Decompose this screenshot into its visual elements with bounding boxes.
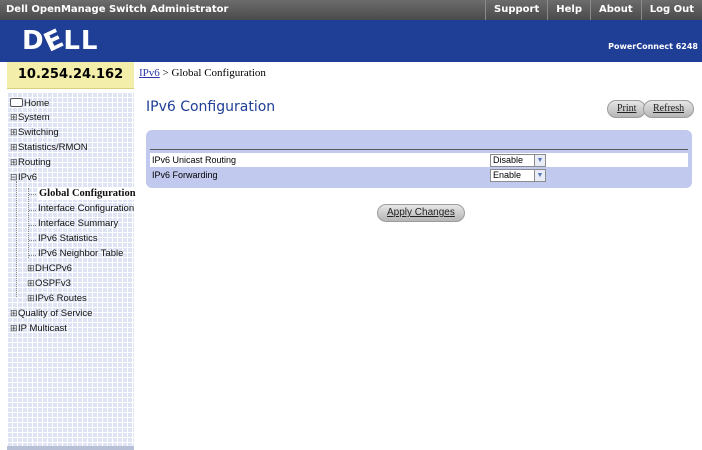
tree-connector <box>28 188 29 258</box>
support-link[interactable]: Support <box>485 0 547 20</box>
expand-icon[interactable]: ⊞ <box>27 278 35 289</box>
tree-item-home[interactable]: Home <box>10 98 49 109</box>
expand-icon[interactable]: ⊞ <box>10 112 18 123</box>
tree-item-switching[interactable]: ⊞Switching <box>10 127 59 138</box>
ipv6-unicast-routing-value: Disable <box>493 155 524 165</box>
tree-item-ospfv3[interactable]: ⊞OSPFv3 <box>27 278 71 289</box>
tree-item-system[interactable]: ⊞System <box>10 112 50 123</box>
expand-icon[interactable]: ⊞ <box>27 293 35 304</box>
expand-icon[interactable]: ⊞ <box>10 157 18 168</box>
expand-icon[interactable]: ⊞ <box>27 263 35 274</box>
ipv6-forwarding-value: Enable <box>493 170 522 180</box>
apply-changes-button[interactable]: Apply Changes <box>377 204 465 222</box>
page-title: IPv6 Configuration <box>146 99 276 115</box>
tree-item-ipv6-statistics[interactable]: IPv6 Statistics <box>38 233 98 244</box>
tree-item-routing[interactable]: ⊞Routing <box>10 157 51 168</box>
brand-bar: DELL PowerConnect 6248 <box>0 20 702 62</box>
tree-connector <box>29 240 36 241</box>
app-title: Dell OpenManage Switch Administrator <box>6 4 229 15</box>
tree-item-ipv6-neighbor-table[interactable]: IPv6 Neighbor Table <box>38 248 123 259</box>
tree-connector <box>29 194 36 195</box>
expand-icon[interactable]: ⊞ <box>10 127 18 138</box>
navigation-tree: Home ⊞System ⊞Switching ⊞Statistics/RMON… <box>7 92 138 450</box>
breadcrumb-ipv6-link[interactable]: IPv6 <box>139 67 160 79</box>
tree-item-ipv6[interactable]: ⊟IPv6 <box>10 172 37 183</box>
breadcrumb-current: Global Configuration <box>171 67 266 79</box>
product-name: PowerConnect 6248 <box>608 42 698 51</box>
about-link[interactable]: About <box>590 0 641 20</box>
tree-connector <box>29 210 36 211</box>
help-link[interactable]: Help <box>547 0 590 20</box>
ipv6-forwarding-label: IPv6 Forwarding <box>152 170 218 180</box>
logout-link[interactable]: Log Out <box>640 0 702 20</box>
ipv6-unicast-routing-label: IPv6 Unicast Routing <box>152 155 237 165</box>
breadcrumb: IPv6 > Global Configuration <box>139 67 266 79</box>
tree-item-global-configuration[interactable]: Global Configuration <box>37 187 138 200</box>
dell-logo: DELL <box>22 23 99 59</box>
ipv6-unicast-routing-row: IPv6 Unicast Routing Disable ▼ <box>150 153 688 167</box>
tree-connector <box>29 225 36 226</box>
ipv6-forwarding-row: IPv6 Forwarding Enable ▼ <box>150 168 688 182</box>
chevron-down-icon[interactable]: ▼ <box>534 169 546 182</box>
tree-horizontal-scrollbar[interactable] <box>7 446 134 450</box>
tree-item-ipv6-routes[interactable]: ⊞IPv6 Routes <box>27 293 87 304</box>
breadcrumb-separator: > <box>159 67 172 79</box>
tree-item-ip-multicast[interactable]: ⊞IP Multicast <box>10 323 67 334</box>
ipv6-unicast-routing-select[interactable]: Disable ▼ <box>490 154 546 167</box>
tree-connector <box>16 181 17 297</box>
print-button[interactable]: Print <box>607 100 647 118</box>
refresh-button[interactable]: Refresh <box>643 100 695 118</box>
ip-address: 10.254.24.162 <box>7 62 134 89</box>
home-icon <box>10 98 23 107</box>
expand-icon[interactable]: ⊞ <box>10 308 18 319</box>
tree-item-dhcpv6[interactable]: ⊞DHCPv6 <box>27 263 72 274</box>
top-title-bar: Dell OpenManage Switch Administrator Sup… <box>0 0 702 20</box>
expand-icon[interactable]: ⊞ <box>10 142 18 153</box>
tree-item-interface-summary[interactable]: Interface Summary <box>38 218 118 229</box>
tree-item-statistics[interactable]: ⊞Statistics/RMON <box>10 142 88 153</box>
ipv6-forwarding-select[interactable]: Enable ▼ <box>490 169 546 182</box>
expand-icon[interactable]: ⊞ <box>10 323 18 334</box>
top-nav: Support Help About Log Out <box>485 0 702 20</box>
tree-item-quality-of-service[interactable]: ⊞Quality of Service <box>10 308 92 319</box>
panel-divider <box>150 149 688 150</box>
configuration-panel: IPv6 Unicast Routing Disable ▼ IPv6 Forw… <box>146 130 692 188</box>
tree-connector <box>29 255 36 256</box>
tree-item-interface-configuration[interactable]: Interface Configuration <box>38 203 134 214</box>
chevron-down-icon[interactable]: ▼ <box>534 154 546 167</box>
